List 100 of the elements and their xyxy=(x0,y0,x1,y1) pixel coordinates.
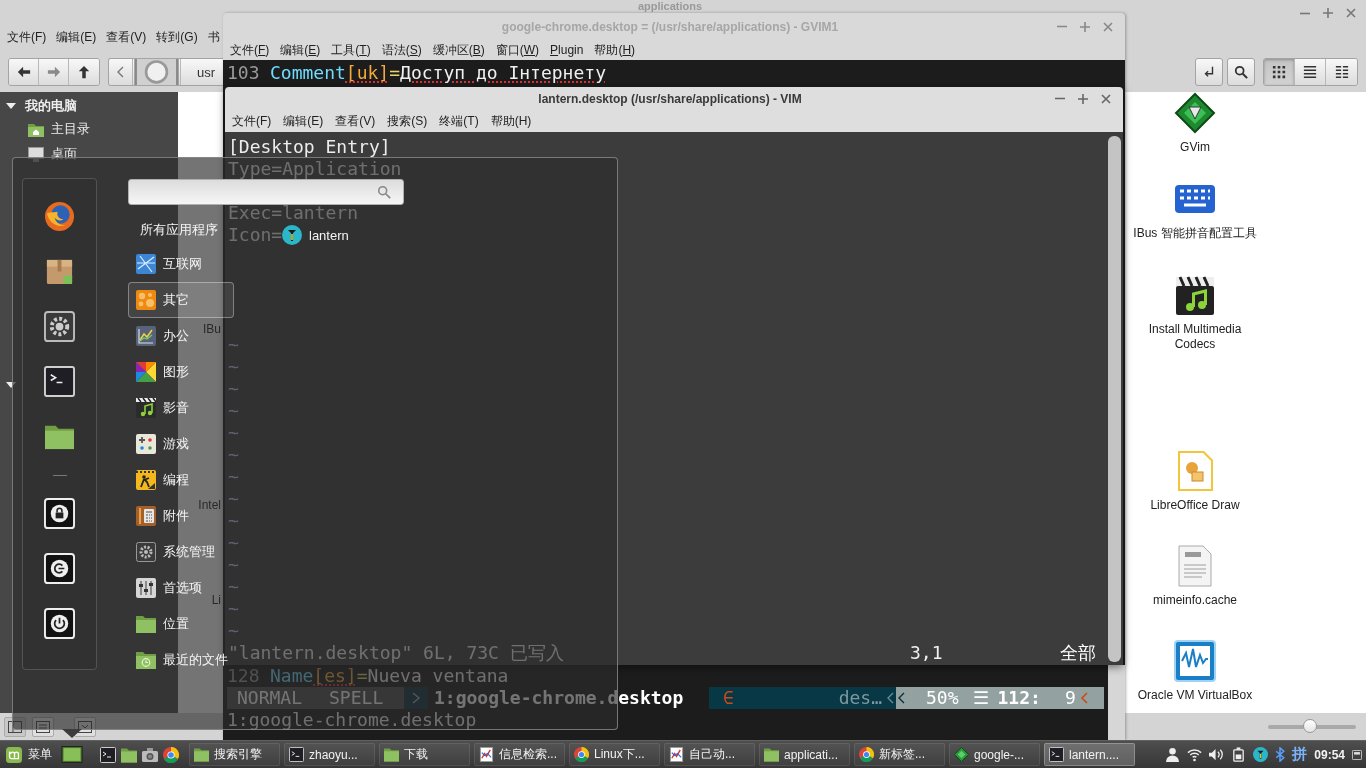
category-item[interactable]: 附件 xyxy=(128,498,193,534)
search-button[interactable] xyxy=(1227,58,1255,86)
menu-item[interactable]: 编辑(E) xyxy=(56,28,97,46)
menu-button[interactable]: 菜单 xyxy=(3,742,55,767)
power-icon[interactable] xyxy=(44,608,75,639)
maximize-icon[interactable] xyxy=(1078,93,1088,104)
category-item[interactable]: 其它 xyxy=(128,282,234,318)
bluetooth-icon[interactable] xyxy=(1275,747,1286,762)
input-method-indicator[interactable]: 拼 xyxy=(1292,745,1308,764)
user-icon[interactable] xyxy=(1165,747,1181,762)
expander-icon[interactable] xyxy=(6,103,16,109)
menu-item[interactable]: 窗口(W) xyxy=(495,41,540,59)
taskbar-window-button[interactable]: 新标签... xyxy=(854,743,945,766)
slider-thumb[interactable] xyxy=(1303,718,1318,733)
menu-item[interactable]: Plugin xyxy=(550,43,584,57)
menu-item[interactable]: 终端(T) xyxy=(439,112,479,130)
minimize-icon[interactable] xyxy=(1300,11,1310,15)
menu-item[interactable]: 帮助(H) xyxy=(594,41,636,59)
clock[interactable]: 09:54 xyxy=(1314,747,1345,762)
menu-item[interactable]: 编辑(E) xyxy=(280,41,321,59)
taskbar-window-button[interactable]: lantern.... xyxy=(1044,743,1135,766)
diamond-icon[interactable] xyxy=(1174,92,1216,134)
app-item[interactable]: lantern xyxy=(282,222,351,248)
file-name[interactable]: IBus 智能拼音配置工具 xyxy=(1133,226,1257,241)
tilde-marker: ~ xyxy=(228,598,239,619)
menu-item[interactable]: 文件(F) xyxy=(232,112,272,130)
taskbar-window-button[interactable]: 信息检索... xyxy=(474,743,565,766)
torch-icon[interactable] xyxy=(1253,747,1269,762)
category-item[interactable]: 首选项 xyxy=(128,570,206,606)
category-item[interactable]: 编程 xyxy=(128,462,193,498)
scrollbar[interactable] xyxy=(1108,665,1125,740)
volume-icon[interactable] xyxy=(1209,747,1225,762)
menu-item[interactable]: 编辑(E) xyxy=(283,112,324,130)
maximize-icon[interactable] xyxy=(1323,8,1333,18)
category-item[interactable]: 系统管理 xyxy=(128,534,219,570)
category-item[interactable]: 所有应用程序 xyxy=(128,213,221,246)
applet-icon[interactable] xyxy=(1352,749,1362,760)
view-mode-button[interactable] xyxy=(1326,59,1357,85)
menu-item[interactable]: 文件(F) xyxy=(230,41,270,59)
file-name[interactable]: mimeinfo.cache xyxy=(1152,593,1237,608)
expander-icon[interactable] xyxy=(6,382,16,388)
menu-item[interactable]: 缓冲区(B) xyxy=(432,41,485,59)
view-mode-button[interactable] xyxy=(1295,59,1326,85)
back-button[interactable] xyxy=(9,59,39,85)
menu-item[interactable]: 搜索(S) xyxy=(387,112,428,130)
menu-item[interactable]: 工具(T) xyxy=(331,41,371,59)
up-button[interactable] xyxy=(69,59,99,85)
category-item[interactable]: 最近的文件 xyxy=(128,642,232,678)
path-root-button[interactable] xyxy=(133,59,181,85)
logout-icon[interactable] xyxy=(44,553,75,584)
category-item[interactable]: 图形 xyxy=(128,354,193,390)
menu-item[interactable]: 查看(V) xyxy=(106,28,147,46)
scrollbar[interactable] xyxy=(1108,136,1121,662)
file-name[interactable]: Install Multimedia Codecs xyxy=(1129,322,1261,352)
sidebar-item[interactable]: 桌面 xyxy=(0,142,178,167)
file-name[interactable]: Oracle VM VirtualBox xyxy=(1137,688,1253,703)
globe-icon[interactable] xyxy=(44,201,75,232)
taskbar-window-button[interactable]: zhaoyu... xyxy=(284,743,375,766)
category-item[interactable]: 办公 xyxy=(128,318,193,354)
camera-icon[interactable] xyxy=(142,746,158,763)
browser-icon[interactable] xyxy=(163,746,179,763)
menu-item[interactable]: 转到(G) xyxy=(156,28,198,46)
taskbar-window-button[interactable]: Linux下... xyxy=(569,743,660,766)
category-item[interactable]: 互联网 xyxy=(128,246,206,282)
close-icon[interactable] xyxy=(1101,93,1111,104)
waveform-icon[interactable] xyxy=(1174,640,1216,682)
menu-item[interactable]: 文件(F) xyxy=(7,28,47,46)
file-name[interactable]: GVim xyxy=(1180,140,1210,155)
minimize-icon[interactable] xyxy=(1055,97,1065,100)
terminal-icon[interactable] xyxy=(44,366,75,397)
taskbar-window-button[interactable]: 搜索引擎 xyxy=(189,743,280,766)
terminal-icon[interactable] xyxy=(100,746,116,763)
wifi-icon[interactable] xyxy=(1187,747,1203,762)
show-desktop-icon[interactable] xyxy=(61,746,83,763)
battery-icon[interactable] xyxy=(1231,747,1247,762)
menu-item[interactable]: 查看(V) xyxy=(335,112,376,130)
taskbar-window-button[interactable]: applicati... xyxy=(759,743,850,766)
statusbar-button[interactable] xyxy=(32,716,54,737)
view-mode-button[interactable] xyxy=(1264,59,1295,85)
path-button[interactable]: usr xyxy=(181,59,223,85)
statusbar-button[interactable] xyxy=(4,716,26,737)
taskbar-window-button[interactable]: google-... xyxy=(949,743,1040,766)
menu-item[interactable]: 语法(S) xyxy=(381,41,422,59)
statusbar-button[interactable] xyxy=(74,716,96,737)
menu-item[interactable]: 书 xyxy=(207,28,220,46)
menu-item[interactable]: 帮助(H) xyxy=(490,112,532,130)
search-field[interactable] xyxy=(128,179,404,205)
close-icon[interactable] xyxy=(1346,8,1356,18)
file-name[interactable]: LibreOffice Draw xyxy=(1150,498,1240,513)
category-item[interactable]: 位置 xyxy=(128,606,193,642)
category-item[interactable]: 影音 xyxy=(128,390,193,426)
gear-icon[interactable] xyxy=(44,311,75,342)
sidebar-item[interactable]: 主目录 xyxy=(0,117,178,142)
lock-icon[interactable] xyxy=(44,498,75,529)
clapperboard-icon[interactable] xyxy=(1174,274,1216,316)
taskbar-window-button[interactable]: 下载 xyxy=(379,743,470,766)
location-toggle-button[interactable] xyxy=(1195,58,1223,86)
folder-icon[interactable] xyxy=(121,746,137,763)
category-item[interactable]: 游戏 xyxy=(128,426,193,462)
taskbar-window-button[interactable]: 自己动... xyxy=(664,743,755,766)
